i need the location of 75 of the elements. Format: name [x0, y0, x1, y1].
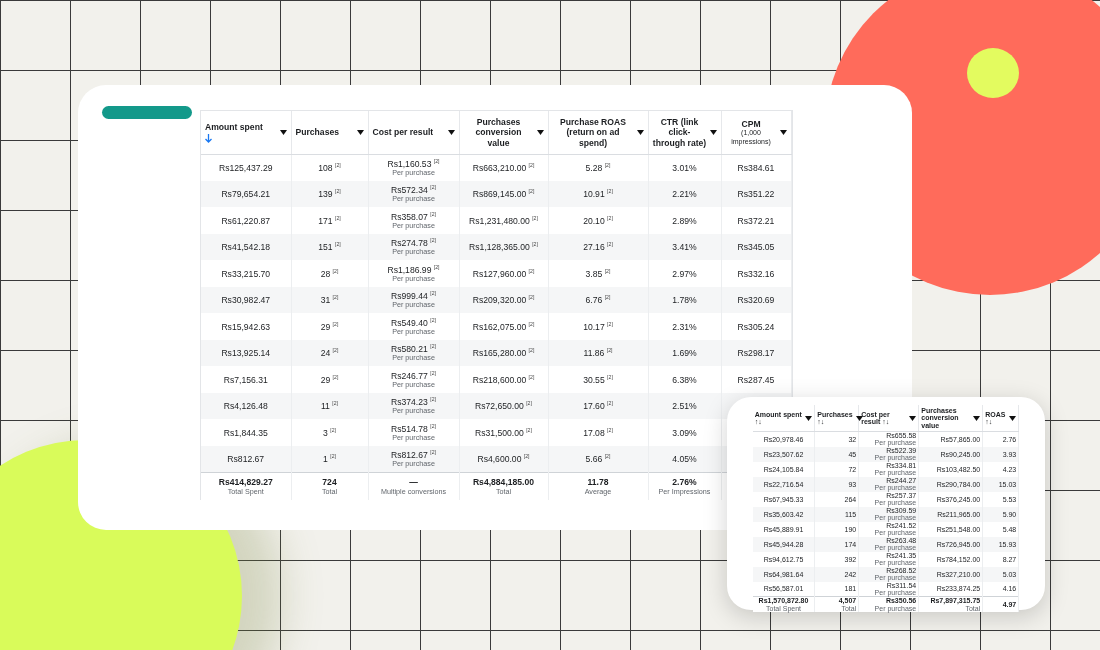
- table-cell: Rs79,654.21: [201, 180, 291, 208]
- table-cell: 10.17 $^{[2]}$: [548, 313, 648, 340]
- table-cell: 3.41%: [648, 233, 721, 261]
- table-cell: 2.89%: [648, 207, 721, 234]
- table-cell: 2.51%: [648, 392, 721, 420]
- table-cell: 29 $^{[2]}$: [291, 366, 368, 393]
- table-cell: Rs1,231,480.00 $^{[2]}$: [459, 207, 548, 234]
- table-cell: Rs125,437.29: [201, 154, 291, 181]
- table-cell: Rs162,075.00 $^{[2]}$: [459, 313, 548, 340]
- table-cell: 17.08 $^{[2]}$: [548, 419, 648, 446]
- table-cell: Rs4,600.00 $^{[2]}$: [459, 445, 548, 473]
- table-cell: Rs298.17: [721, 339, 791, 367]
- table-cell: Rs72,650.00 $^{[2]}$: [459, 392, 548, 420]
- table-cell: Rs13,925.14: [201, 339, 291, 367]
- table-cell: Rs351.22: [721, 180, 791, 208]
- table-cell: Rs7,156.31: [201, 366, 291, 393]
- table-cell: Rs1,128,365.00 $^{[2]}$: [459, 233, 548, 261]
- table-cell: 20.10 $^{[2]}$: [548, 207, 648, 234]
- column-header[interactable]: CTR (link click-through rate): [648, 111, 721, 155]
- table-cell: 27.16 $^{[2]}$: [548, 233, 648, 261]
- table-cell: 3.01%: [648, 154, 721, 181]
- table-cell: 24 $^{[2]}$: [291, 339, 368, 367]
- table-cell: Rs320.69: [721, 286, 791, 314]
- table-cell: Rs663,210.00 $^{[2]}$: [459, 154, 548, 181]
- column-header[interactable]: Purchases: [291, 111, 368, 155]
- table-cell: 6.76 $^{[2]}$: [548, 286, 648, 314]
- table-cell: Rs127,960.00 $^{[2]}$: [459, 260, 548, 287]
- table-cell: Rs384.61: [721, 154, 791, 181]
- table-cell: 17.60 $^{[2]}$: [548, 392, 648, 420]
- table-cell: Rs287.45: [721, 366, 791, 393]
- table-cell: Rs869,145.00 $^{[2]}$: [459, 180, 548, 208]
- table-cell: 1.78%: [648, 286, 721, 314]
- table-cell: 10.91 $^{[2]}$: [548, 180, 648, 208]
- table-cell: Rs41,542.18: [201, 233, 291, 261]
- table-cell: Rs345.05: [721, 233, 791, 261]
- table-cell: 139 $^{[2]}$: [291, 180, 368, 208]
- table-cell: 11 $^{[2]}$: [291, 392, 368, 420]
- table-cell: Rs372.21: [721, 207, 791, 234]
- table-cell: Rs1,844.35: [201, 419, 291, 446]
- table-cell: 3.09%: [648, 419, 721, 446]
- table-cell: 6.38%: [648, 366, 721, 393]
- table-cell: 171 $^{[2]}$: [291, 207, 368, 234]
- table-cell: Rs31,500.00 $^{[2]}$: [459, 419, 548, 446]
- table-cell: 3 $^{[2]}$: [291, 419, 368, 446]
- column-header[interactable]: Purchase ROAS (return on ad spend): [548, 111, 648, 155]
- table-cell: Rs812.67: [201, 445, 291, 473]
- table-cell: 5.28 $^{[2]}$: [548, 154, 648, 181]
- table-cell: 29 $^{[2]}$: [291, 313, 368, 340]
- table-cell: 1 $^{[2]}$: [291, 445, 368, 473]
- table-cell: Rs33,215.70: [201, 260, 291, 287]
- table-cell: 2.97%: [648, 260, 721, 287]
- table-cell: Rs332.16: [721, 260, 791, 287]
- table-cell: 30.55 $^{[2]}$: [548, 366, 648, 393]
- table-cell: 5.66 $^{[2]}$: [548, 445, 648, 473]
- table-cell: 31 $^{[2]}$: [291, 286, 368, 314]
- table-cell: Rs218,600.00 $^{[2]}$: [459, 366, 548, 393]
- table-cell: 3.85 $^{[2]}$: [548, 260, 648, 287]
- table-cell: 108 $^{[2]}$: [291, 154, 368, 181]
- table-cell: Rs15,942.63: [201, 313, 291, 340]
- table-cell: 28 $^{[2]}$: [291, 260, 368, 287]
- table-cell: Rs4,126.48: [201, 392, 291, 420]
- column-header[interactable]: Purchases conversion value: [459, 111, 548, 155]
- table-cell: Rs305.24: [721, 313, 791, 340]
- column-header[interactable]: Cost per result: [368, 111, 459, 155]
- table-cell: Rs61,220.87: [201, 207, 291, 234]
- table-cell: Rs30,982.47: [201, 286, 291, 314]
- table-cell: 2.31%: [648, 313, 721, 340]
- column-header[interactable]: Amount spent: [201, 111, 291, 155]
- table-cell: 151 $^{[2]}$: [291, 233, 368, 261]
- table-cell: 11.86 $^{[2]}$: [548, 339, 648, 367]
- table-cell: 1.69%: [648, 339, 721, 367]
- table-cell: Rs165,280.00 $^{[2]}$: [459, 339, 548, 367]
- table-cell: Rs209,320.00 $^{[2]}$: [459, 286, 548, 314]
- table-cell: 4.05%: [648, 445, 721, 473]
- table-cell: 2.21%: [648, 180, 721, 208]
